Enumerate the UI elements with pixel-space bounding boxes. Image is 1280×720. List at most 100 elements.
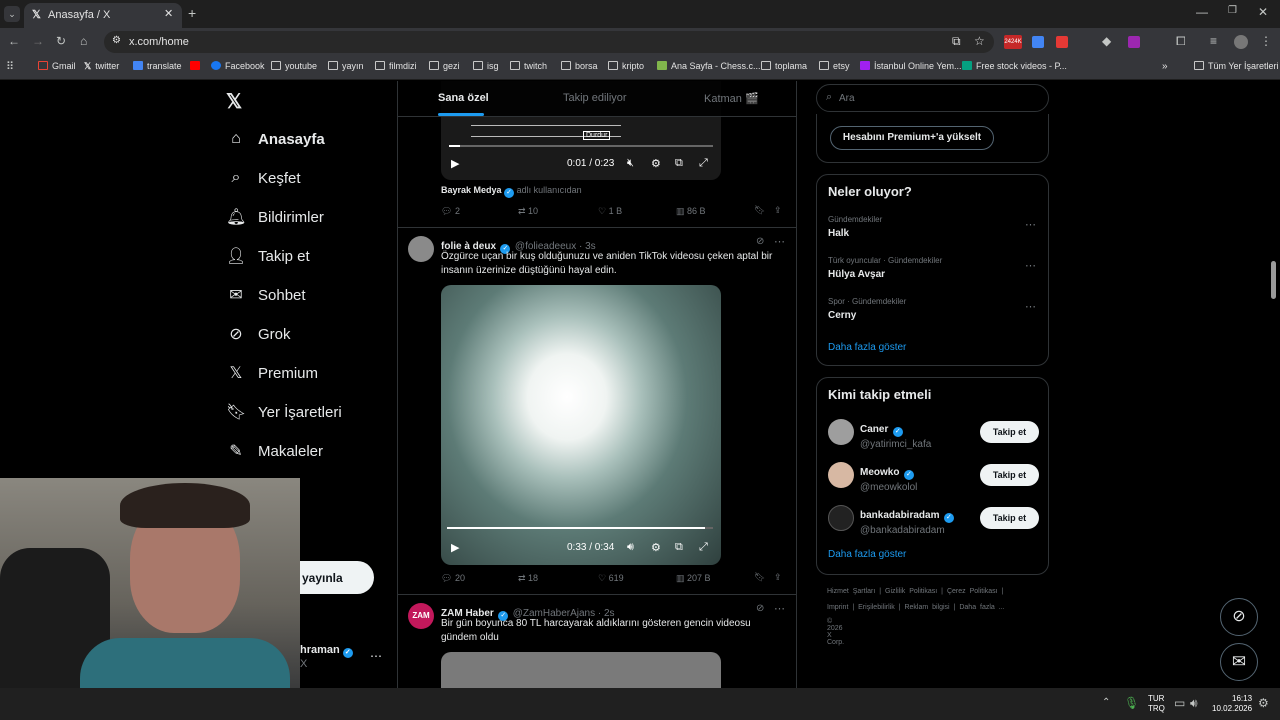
pip-icon[interactable]: ⧉ — [675, 157, 683, 170]
repost-button[interactable]: ⇄ 10 — [518, 206, 538, 217]
trend-item[interactable]: Türk oyuncular · Gündemdekiler Hülya Avşa… — [828, 256, 942, 280]
menu-kebab-icon[interactable]: ⋮ — [1260, 34, 1272, 48]
more-bookmarks-icon[interactable]: » — [1162, 61, 1168, 72]
bookmark-folder-isg[interactable]: isg — [473, 61, 499, 71]
views-button[interactable]: ▥ 207 B — [676, 573, 711, 584]
avatar[interactable] — [828, 462, 854, 488]
bookmark-youtube-video[interactable] — [190, 61, 204, 71]
extensions-puzzle-icon[interactable]: ⧠ — [1176, 34, 1186, 49]
nav-chat[interactable]: ✉ Sohbet — [226, 281, 305, 309]
avatar[interactable]: ZAM — [408, 603, 434, 629]
home-icon[interactable]: ⌂ — [80, 34, 87, 48]
tab-for-you[interactable]: Sana özel — [438, 92, 489, 104]
bookmark-folder-etsy[interactable]: etsy — [819, 61, 850, 71]
microphone-icon[interactable]: 🎙︎ — [1124, 696, 1139, 710]
input-language[interactable]: TUR TRQ — [1148, 694, 1165, 714]
volume-icon[interactable]: 🔊︎ — [627, 541, 634, 554]
trend-more-icon[interactable]: ⋯ — [1025, 218, 1036, 231]
nav-premium[interactable]: 𝕏 Premium — [226, 359, 318, 387]
x-logo-icon[interactable]: 𝕏 — [226, 89, 242, 114]
tab-close-icon[interactable]: ✕ — [164, 7, 173, 20]
fullscreen-icon[interactable]: ⤢ — [699, 157, 708, 170]
messages-fab-icon[interactable]: ✉ — [1220, 643, 1258, 681]
bookmark-folder-filmdizi[interactable]: filmdizi — [375, 61, 417, 71]
trend-item[interactable]: Gündemdekiler Halk — [828, 215, 882, 239]
reply-button[interactable]: 💬︎ 2 — [441, 206, 460, 217]
tab-following[interactable]: Takip ediliyor — [563, 92, 627, 104]
bookmark-folder-yayin[interactable]: yayın — [328, 61, 364, 71]
bookmark-folder-twitch[interactable]: twitch — [510, 61, 547, 71]
browser-tab[interactable]: 𝕏 Anasayfa / X ✕ — [24, 3, 182, 28]
who-to-follow-show-more[interactable]: Daha fazla göster — [828, 549, 906, 560]
follow-button[interactable]: Takip et — [980, 507, 1039, 529]
nav-articles[interactable]: ✎ Makaleler — [226, 437, 323, 465]
search-input[interactable]: ⌕ Ara — [816, 84, 1049, 112]
suggested-user[interactable]: Meowko ✓ @meowkolol — [860, 462, 917, 493]
footer-link[interactable]: Çerez Politikası — [947, 588, 998, 595]
tray-chevron-icon[interactable]: ⌃ — [1102, 697, 1110, 708]
avatar[interactable] — [408, 236, 434, 262]
play-icon[interactable]: ▶ — [451, 157, 459, 170]
like-button[interactable]: ♡ 1 B — [598, 206, 622, 217]
footer-link[interactable]: Gizlilik Politikası — [885, 588, 937, 595]
reload-icon[interactable]: ↻ — [56, 34, 66, 48]
bookmark-twitter[interactable]: 𝕏twitter — [84, 61, 119, 72]
video-attribution[interactable]: Bayrak Medya ✓ adlı kullanıcıdan — [441, 185, 582, 198]
footer-link[interactable]: Reklam bilgisi — [904, 604, 949, 611]
volume-mute-icon[interactable]: 🔇︎ — [627, 157, 634, 170]
bookmark-folder-gezi[interactable]: gezi — [429, 61, 460, 71]
adblock-extension-icon[interactable] — [1056, 36, 1068, 48]
translate-extension-icon[interactable] — [1032, 36, 1044, 48]
nav-explore[interactable]: ⌕ Keşfet — [226, 164, 301, 192]
tweet[interactable]: folie à deux ✓ @folieadeeux · 3s ⊘ ⋯ Özg… — [398, 228, 796, 595]
trend-more-icon[interactable]: ⋯ — [1025, 259, 1036, 272]
nav-bookmarks[interactable]: 🔖︎ Yer İşaretleri — [226, 398, 342, 426]
new-tab-icon[interactable]: + — [188, 5, 196, 21]
window-close-icon[interactable]: ✕ — [1258, 5, 1268, 19]
clock[interactable]: 16:13 10.02.2026 — [1212, 694, 1252, 714]
tab-layer[interactable]: Katman 🎬 — [704, 92, 759, 105]
follow-button[interactable]: Takip et — [980, 421, 1039, 443]
bookmark-icon[interactable]: 🔖︎ — [754, 572, 765, 583]
video-progress-track[interactable] — [449, 145, 713, 147]
more-icon[interactable]: ⋯ — [774, 602, 785, 615]
footer-link[interactable]: Erişilebilirlik — [858, 604, 895, 611]
repost-button[interactable]: ⇄ 18 — [518, 573, 538, 584]
video-progress-track[interactable] — [447, 527, 713, 529]
bookmark-stock-videos[interactable]: Free stock videos - P... — [962, 61, 1067, 71]
play-icon[interactable]: ▶ — [451, 541, 459, 554]
account-more-icon[interactable]: ⋯ — [370, 649, 382, 663]
forward-icon[interactable]: → — [32, 34, 44, 48]
share-icon[interactable]: ⇪ — [774, 205, 782, 216]
bookmark-folder-borsa[interactable]: borsa — [561, 61, 598, 71]
network-icon[interactable]: ▭ — [1174, 696, 1185, 710]
reading-list-icon[interactable]: ≡ — [1210, 34, 1217, 48]
premium-upgrade-button[interactable]: Hesabını Premium+'a yükselt — [830, 126, 994, 150]
bookmark-gmail[interactable]: Gmail — [38, 61, 76, 71]
trend-more-icon[interactable]: ⋯ — [1025, 300, 1036, 313]
bookmark-icon[interactable]: 🔖︎ — [754, 205, 765, 216]
apps-grid-icon[interactable]: ⠿ — [6, 60, 14, 73]
extension-icon[interactable]: ◆ — [1102, 34, 1111, 48]
bookmark-folder-kripto[interactable]: kripto — [608, 61, 644, 71]
tweet-image[interactable] — [441, 652, 721, 688]
minimize-icon[interactable]: — — [1196, 5, 1208, 19]
views-button[interactable]: ▥ 86 B — [676, 206, 706, 217]
trends-show-more[interactable]: Daha fazla göster — [828, 342, 906, 353]
extension-badge[interactable]: 2424K — [1004, 35, 1022, 49]
install-app-icon[interactable]: ⧉ — [952, 34, 961, 49]
grok-fab-icon[interactable]: ⊘ — [1220, 598, 1258, 636]
bookmark-chess[interactable]: Ana Sayfa - Chess.c... — [657, 61, 761, 71]
settings-gear-icon[interactable]: ⚙ — [651, 157, 661, 170]
share-icon[interactable]: ⇪ — [774, 572, 782, 583]
follow-button[interactable]: Takip et — [980, 464, 1039, 486]
settings-gear-icon[interactable]: ⚙ — [651, 541, 661, 554]
twitch-extension-icon[interactable] — [1128, 36, 1140, 48]
bookmark-folder-toplama[interactable]: toplama — [761, 61, 807, 71]
address-bar[interactable]: ⚙ x.com/home ⧉ ☆ — [104, 31, 994, 53]
profile-avatar[interactable] — [1234, 35, 1248, 49]
nav-grok[interactable]: ⊘ Grok — [226, 320, 290, 348]
back-icon[interactable]: ← — [8, 34, 20, 48]
grok-icon[interactable]: ⊘ — [756, 603, 764, 614]
fullscreen-icon[interactable]: ⤢ — [699, 541, 708, 554]
